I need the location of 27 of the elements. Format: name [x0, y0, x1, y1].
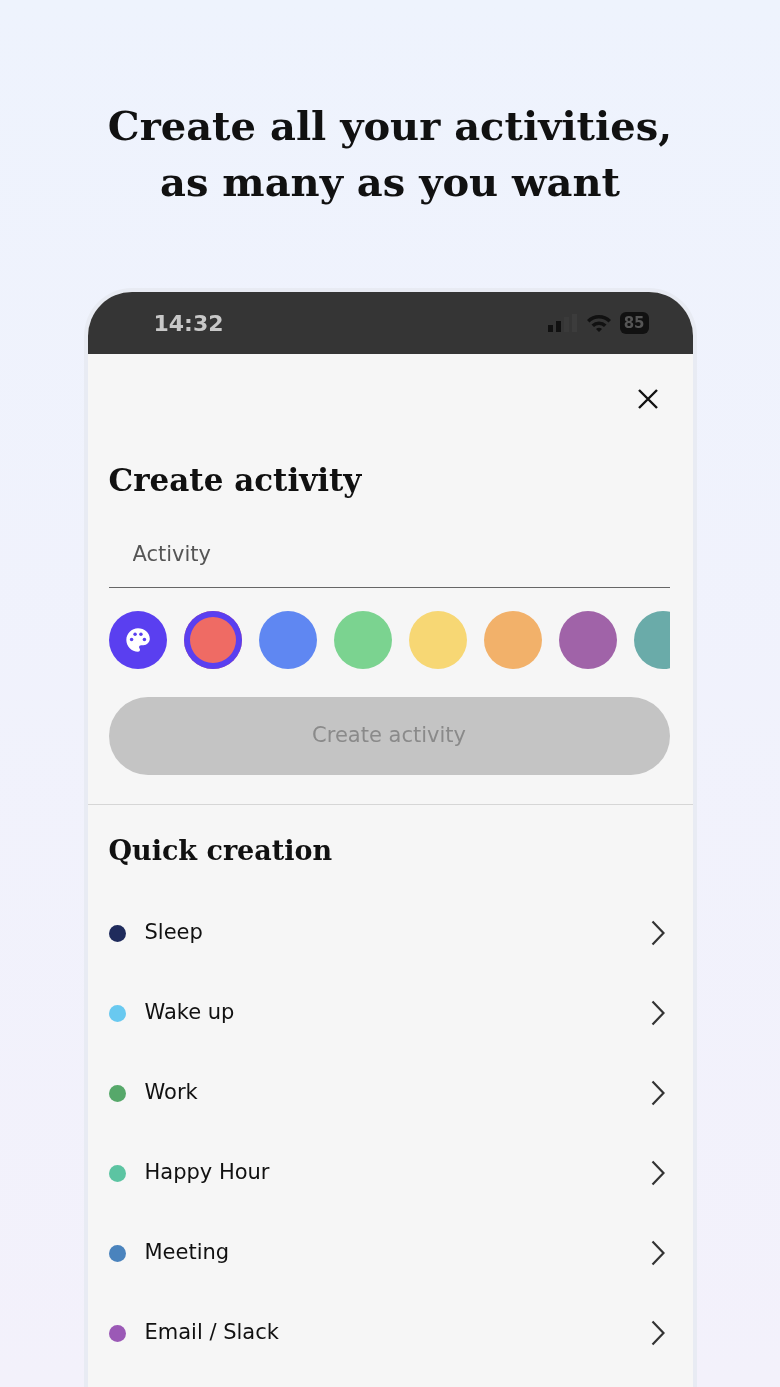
- item-label: Wake up: [144, 999, 236, 1027]
- activity-input-field[interactable]: Activity: [108, 525, 670, 588]
- item-label: Email / Slack: [144, 1319, 280, 1347]
- wifi-icon: [585, 313, 612, 333]
- chevron-right-icon: [650, 1320, 665, 1347]
- item-label: Happy Hour: [144, 1159, 271, 1187]
- item-label: Sleep: [144, 919, 204, 947]
- item-label: Meeting: [144, 1239, 231, 1267]
- quick-activity-item[interactable]: Email / Slack: [87, 1293, 693, 1374]
- chevron-right-icon: [650, 1080, 665, 1107]
- chevron-right-icon: [650, 1240, 665, 1267]
- battery-indicator: 85: [619, 311, 649, 335]
- dialog-title: Create activity: [108, 462, 363, 500]
- quick-activity-item[interactable]: Wake up: [87, 973, 693, 1054]
- section-title: Quick creation: [108, 834, 334, 868]
- palette-icon: [123, 625, 152, 654]
- status-time: 14:32: [153, 309, 224, 338]
- quick-activity-item[interactable]: Meeting: [87, 1213, 693, 1294]
- chevron-right-icon: [650, 920, 665, 947]
- quick-activity-item[interactable]: Work: [87, 1053, 693, 1134]
- quick-activity-item[interactable]: Happy Hour: [87, 1133, 693, 1214]
- headline: Create all your activities, as many as you want: [106, 101, 674, 207]
- chevron-right-icon: [650, 1160, 665, 1187]
- signal-icon: [547, 314, 578, 332]
- quick-activity-item[interactable]: Sleep: [87, 893, 693, 974]
- chevron-right-icon: [650, 1000, 665, 1027]
- item-label: Work: [144, 1079, 199, 1107]
